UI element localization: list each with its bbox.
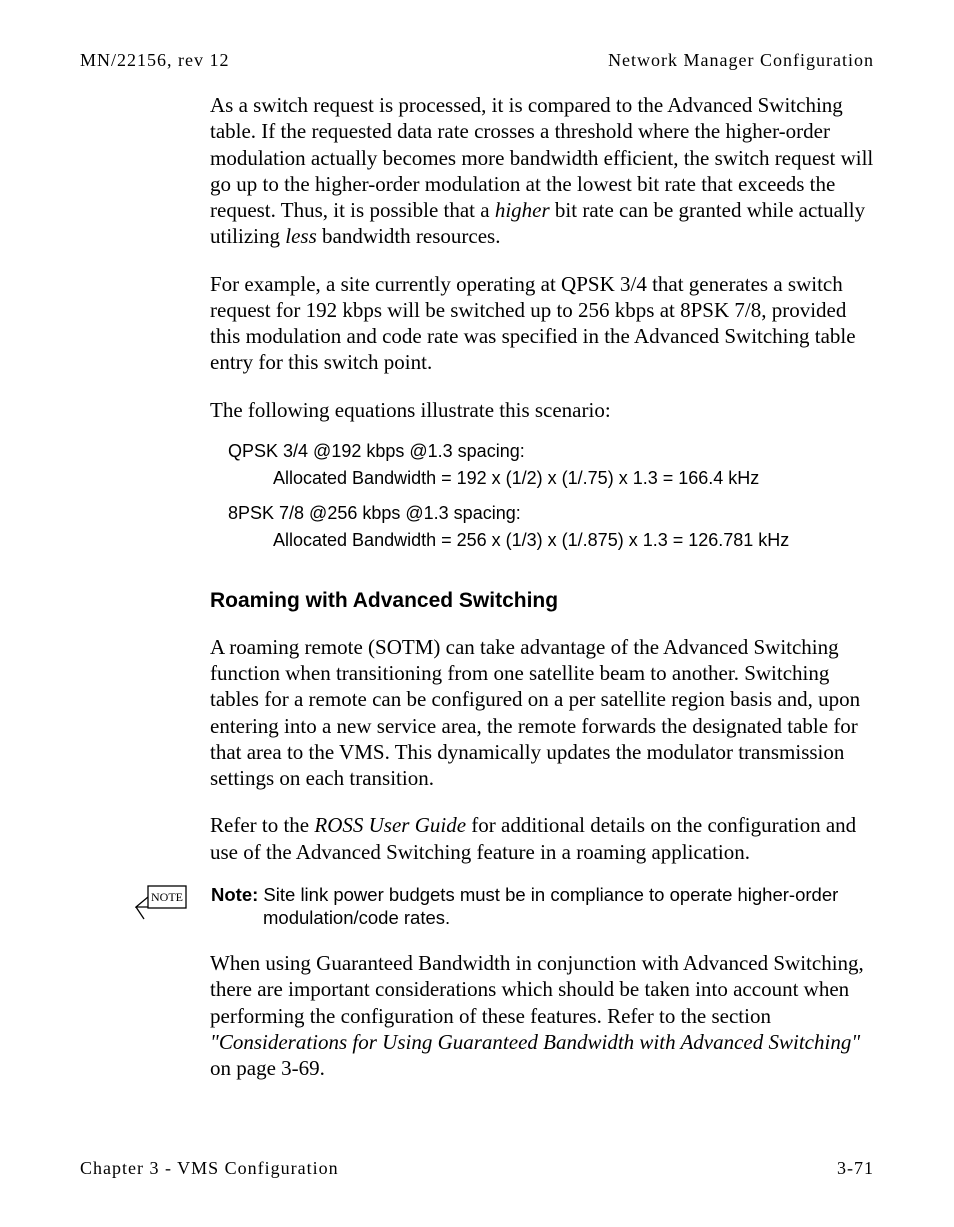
paragraph-closing: When using Guaranteed Bandwidth in conju… xyxy=(210,950,874,1081)
page-footer: Chapter 3 - VMS Configuration 3-71 xyxy=(80,1158,874,1179)
calc-qpsk-value: Allocated Bandwidth = 192 x (1/2) x (1/.… xyxy=(273,468,874,489)
calc-8psk-value: Allocated Bandwidth = 256 x (1/3) x (1/.… xyxy=(273,530,874,551)
main-content: As a switch request is processed, it is … xyxy=(210,92,874,1081)
paragraph-equations-intro: The following equations illustrate this … xyxy=(210,397,874,423)
note-block: NOTE Note: Site link power budgets must … xyxy=(135,883,874,929)
paragraph-ross-ref: Refer to the ROSS User Guide for additio… xyxy=(210,812,874,865)
note-icon: NOTE xyxy=(135,885,187,926)
calc-qpsk-heading: QPSK 3/4 @192 kbps @1.3 spacing: xyxy=(228,441,874,462)
footer-page-number: 3-71 xyxy=(837,1158,874,1179)
paragraph-example: For example, a site currently operating … xyxy=(210,271,874,376)
note-text: Note: Site link power budgets must be in… xyxy=(211,883,838,929)
closing-italic-ref: "Considerations for Using Guaranteed Ban… xyxy=(210,1030,860,1054)
paragraph-roaming-desc: A roaming remote (SOTM) can take advanta… xyxy=(210,634,874,792)
note-icon-label: NOTE xyxy=(151,890,183,904)
calc-8psk-heading: 8PSK 7/8 @256 kbps @1.3 spacing: xyxy=(228,503,874,524)
para1-italic-higher: higher xyxy=(495,198,550,222)
page-header: MN/22156, rev 12 Network Manager Configu… xyxy=(80,50,874,71)
note-label: Note: xyxy=(211,884,258,905)
ross-guide-italic: ROSS User Guide xyxy=(314,813,466,837)
closing-text-b: on page 3-69. xyxy=(210,1056,325,1080)
para1-italic-less: less xyxy=(285,224,317,248)
note-body-line2: modulation/code rates. xyxy=(263,906,838,929)
note-body-line1: Site link power budgets must be in compl… xyxy=(258,884,838,905)
paragraph-switch-request: As a switch request is processed, it is … xyxy=(210,92,874,250)
footer-chapter: Chapter 3 - VMS Configuration xyxy=(80,1158,339,1179)
ross-text-a: Refer to the xyxy=(210,813,314,837)
header-doc-id: MN/22156, rev 12 xyxy=(80,50,230,71)
para1-text-c: bandwidth resources. xyxy=(317,224,501,248)
closing-text-a: When using Guaranteed Bandwidth in conju… xyxy=(210,951,864,1028)
header-section-title: Network Manager Configuration xyxy=(608,50,874,71)
calculation-block: QPSK 3/4 @192 kbps @1.3 spacing: Allocat… xyxy=(228,441,874,551)
section-heading-roaming: Roaming with Advanced Switching xyxy=(210,589,874,613)
